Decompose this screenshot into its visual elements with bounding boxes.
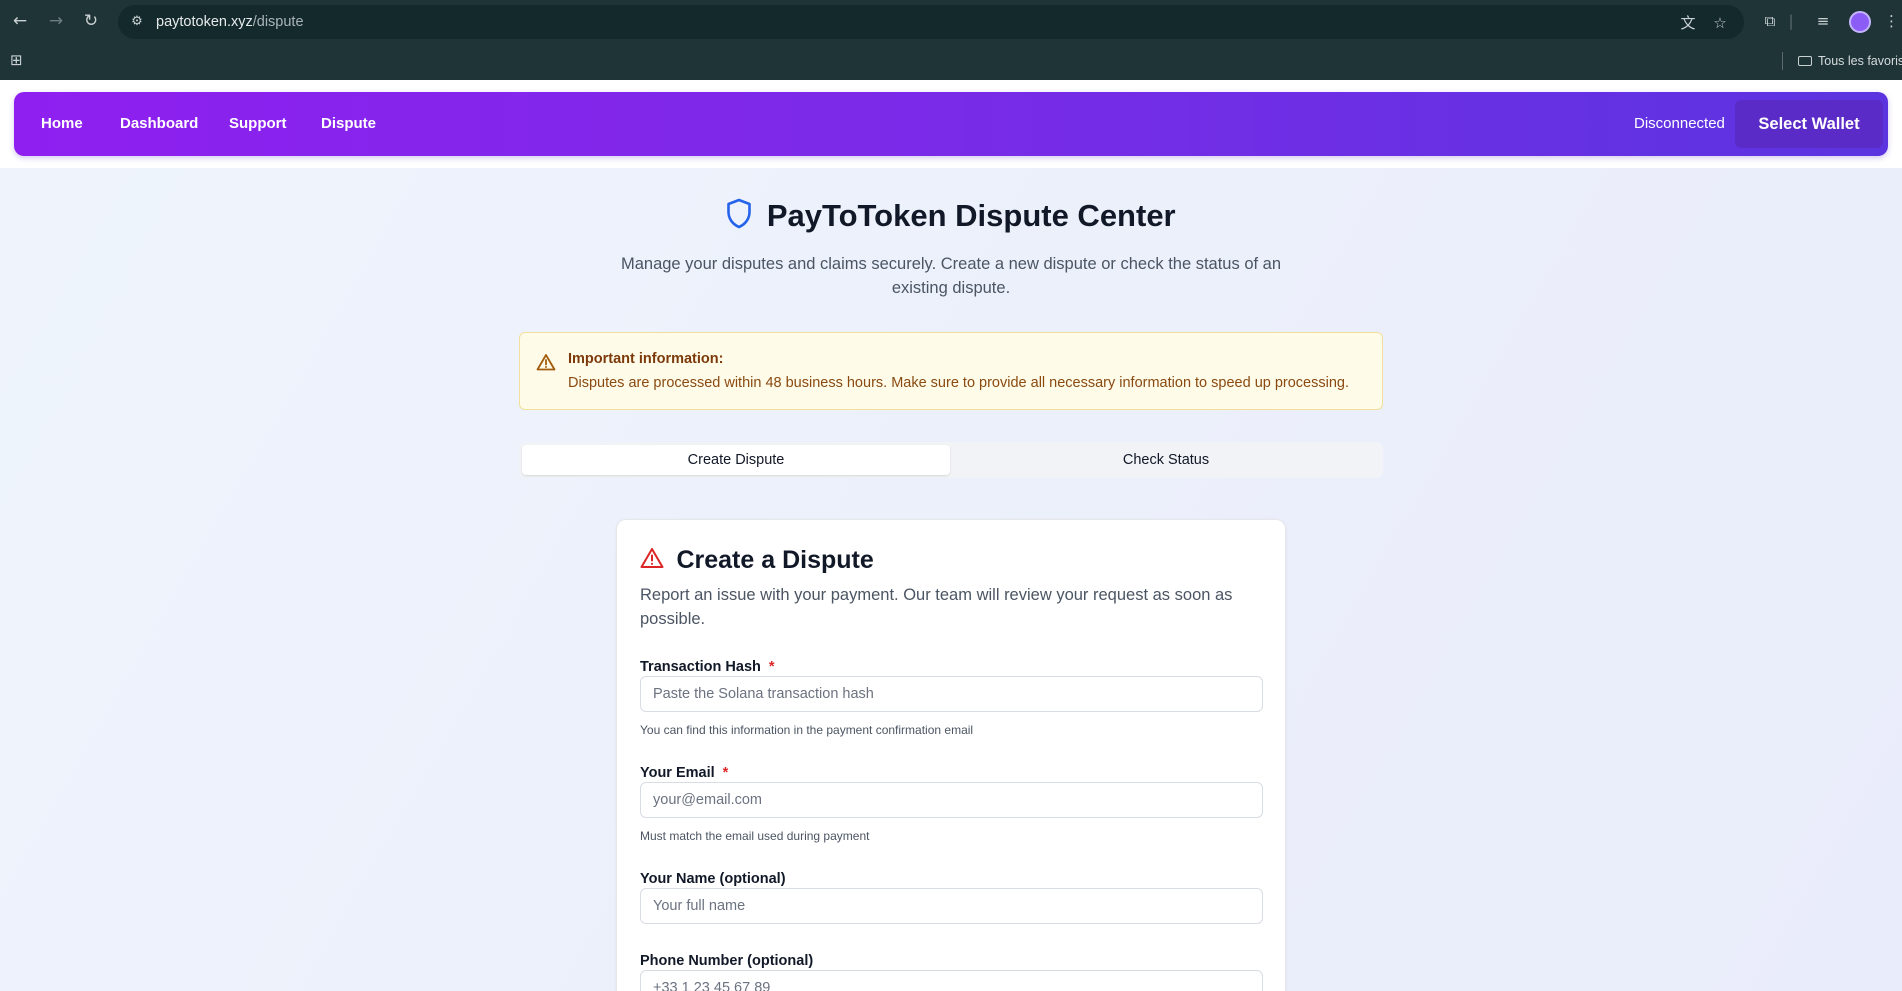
- transaction-hash-label-text: Transaction Hash: [640, 659, 761, 675]
- email-hint: Must match the email used during payment: [640, 829, 870, 843]
- translate-icon[interactable]: 文: [1678, 13, 1698, 33]
- email-label: Your Email *: [640, 765, 728, 781]
- dispute-tabs: Create Dispute Check Status: [519, 442, 1383, 478]
- page-title: PayToToken Dispute Center: [766, 198, 1176, 233]
- phone-label: Phone Number (optional): [640, 953, 814, 969]
- back-icon[interactable]: ←: [9, 10, 31, 32]
- bookmarks-folder-label: Tous les favoris: [1818, 54, 1902, 68]
- shield-icon: [726, 198, 752, 234]
- browser-chrome: ← → ↻ ⚙ paytotoken.xyz/dispute 文 ☆ ⧉ | ≡…: [0, 0, 1902, 80]
- warning-triangle-icon: [536, 353, 556, 376]
- tab-check-status[interactable]: Check Status: [952, 445, 1380, 475]
- info-text: Disputes are processed within 48 busines…: [568, 375, 1349, 391]
- name-field[interactable]: [640, 888, 1263, 924]
- bookmarks-folder[interactable]: Tous les favoris: [1798, 51, 1902, 71]
- nav-link-dashboard[interactable]: Dashboard: [120, 92, 198, 156]
- bookmarks-bar: ⊞ Tous les favoris: [0, 43, 1902, 80]
- star-icon[interactable]: ☆: [1710, 13, 1730, 33]
- phone-field[interactable]: [640, 970, 1263, 991]
- transaction-hash-label: Transaction Hash *: [640, 659, 775, 675]
- browser-toolbar: ← → ↻ ⚙ paytotoken.xyz/dispute 文 ☆ ⧉ | ≡…: [0, 0, 1902, 43]
- card-title: Create a Dispute: [676, 546, 874, 574]
- playlist-icon[interactable]: ≡: [1813, 11, 1833, 31]
- forward-icon[interactable]: →: [45, 10, 67, 32]
- create-dispute-card: Create a Dispute Report an issue with yo…: [616, 519, 1286, 991]
- important-info-alert: Important information: Disputes are proc…: [519, 332, 1383, 410]
- card-description: Report an issue with your payment. Our t…: [640, 586, 1233, 628]
- select-wallet-button[interactable]: Select Wallet: [1735, 100, 1883, 148]
- url-text[interactable]: paytotoken.xyz/dispute: [156, 5, 304, 39]
- name-label: Your Name (optional): [640, 871, 786, 887]
- email-label-text: Your Email: [640, 765, 715, 781]
- transaction-hash-input[interactable]: [640, 676, 1263, 712]
- bookmarks-divider: [1782, 52, 1783, 70]
- nav-link-dispute[interactable]: Dispute: [321, 92, 376, 156]
- transaction-hash-hint: You can find this information in the pay…: [640, 723, 974, 737]
- site-info-icon[interactable]: ⚙: [128, 13, 146, 31]
- required-marker: *: [768, 659, 775, 675]
- toolbar-divider: |: [1788, 12, 1794, 30]
- folder-icon: [1798, 56, 1812, 66]
- url-host: paytotoken.xyz: [156, 14, 253, 30]
- nav-link-home[interactable]: Home: [41, 92, 83, 156]
- address-bar[interactable]: ⚙ paytotoken.xyz/dispute 文 ☆: [118, 5, 1744, 39]
- required-marker: *: [722, 765, 729, 781]
- page-header: PayToToken Dispute Center: [0, 198, 1902, 242]
- apps-grid-icon[interactable]: ⊞: [10, 51, 28, 69]
- info-title: Important information:: [568, 351, 724, 367]
- email-field[interactable]: [640, 782, 1263, 818]
- card-header: Create a Dispute: [640, 546, 874, 578]
- alert-triangle-icon: [640, 547, 664, 574]
- page-subtitle: Manage your disputes and claims securely…: [620, 255, 1282, 297]
- reload-icon[interactable]: ↻: [80, 10, 102, 32]
- wallet-status: Disconnected: [1634, 115, 1725, 132]
- puzzle-icon[interactable]: ⧉: [1760, 11, 1780, 31]
- nav-link-support[interactable]: Support: [229, 92, 287, 156]
- tab-create-dispute[interactable]: Create Dispute: [522, 445, 950, 475]
- profile-avatar[interactable]: [1849, 11, 1871, 33]
- main-navbar: Home Dashboard Support Dispute Disconnec…: [14, 92, 1888, 156]
- menu-icon[interactable]: ⋮: [1884, 11, 1899, 31]
- url-path: /dispute: [252, 14, 304, 30]
